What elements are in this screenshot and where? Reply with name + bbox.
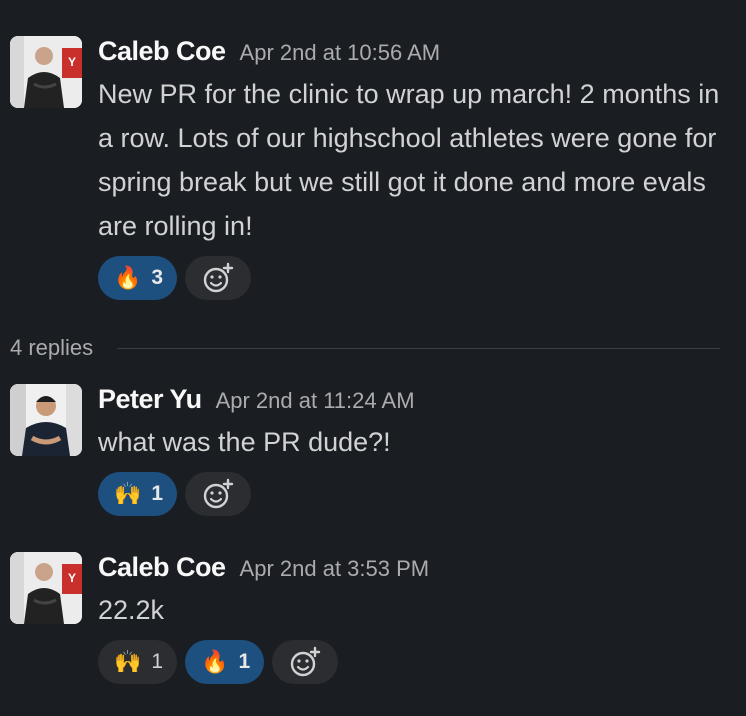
reaction-count: 1 (151, 650, 164, 673)
reaction-bar: 🙌 1 (98, 472, 736, 516)
reaction-raised-hands[interactable]: 🙌 1 (98, 640, 178, 684)
author-name[interactable]: Peter Yu (98, 384, 202, 415)
avatar[interactable] (10, 384, 82, 456)
message-header: Caleb Coe Apr 2nd at 10:56 AM (98, 36, 736, 70)
message-header: Peter Yu Apr 2nd at 11:24 AM (98, 384, 736, 418)
author-name[interactable]: Caleb Coe (98, 36, 226, 67)
reaction-count: 1 (238, 650, 251, 673)
fire-icon: 🔥 (201, 649, 229, 674)
avatar[interactable]: Y (10, 36, 82, 108)
timestamp[interactable]: Apr 2nd at 10:56 AM (240, 40, 441, 66)
raised-hands-icon: 🙌 (114, 649, 142, 674)
caleb-avatar-icon: Y (10, 36, 82, 108)
add-reaction-icon (203, 262, 234, 293)
raised-hands-icon: 🙌 (114, 481, 142, 506)
thread-divider: 4 replies (10, 330, 720, 366)
author-name[interactable]: Caleb Coe (98, 552, 226, 583)
reaction-count: 1 (151, 482, 164, 505)
message-body: Caleb Coe Apr 2nd at 3:53 PM 22.2k 🙌 1 🔥… (98, 552, 736, 684)
svg-text:Y: Y (68, 55, 76, 69)
add-reaction-button[interactable] (185, 472, 252, 516)
add-reaction-icon (203, 478, 234, 509)
message-body: Peter Yu Apr 2nd at 11:24 AM what was th… (98, 384, 736, 516)
fire-icon: 🔥 (114, 265, 142, 290)
message-body: Caleb Coe Apr 2nd at 10:56 AM New PR for… (98, 36, 736, 300)
divider-line (117, 347, 720, 349)
timestamp[interactable]: Apr 2nd at 11:24 AM (216, 388, 415, 414)
reaction-bar: 🔥 3 (98, 256, 736, 300)
replies-count[interactable]: 4 replies (10, 335, 93, 361)
peter-avatar-icon (10, 384, 82, 456)
message-text: 22.2k (98, 595, 165, 625)
reaction-bar: 🙌 1 🔥 1 (98, 640, 736, 684)
message-header: Caleb Coe Apr 2nd at 3:53 PM (98, 552, 736, 586)
timestamp[interactable]: Apr 2nd at 3:53 PM (240, 556, 430, 582)
message-text: New PR for the clinic to wrap up march! … (98, 79, 720, 241)
reaction-fire[interactable]: 🔥 3 (98, 256, 178, 300)
caleb-avatar-icon: Y (10, 552, 82, 624)
add-reaction-button[interactable] (185, 256, 252, 300)
message-text: what was the PR dude?! (98, 427, 391, 457)
avatar[interactable]: Y (10, 552, 82, 624)
reaction-count: 3 (151, 266, 164, 289)
svg-text:Y: Y (68, 571, 76, 585)
add-reaction-button[interactable] (272, 640, 339, 684)
reaction-fire[interactable]: 🔥 1 (185, 640, 265, 684)
reaction-raised-hands[interactable]: 🙌 1 (98, 472, 178, 516)
add-reaction-icon (290, 646, 321, 677)
